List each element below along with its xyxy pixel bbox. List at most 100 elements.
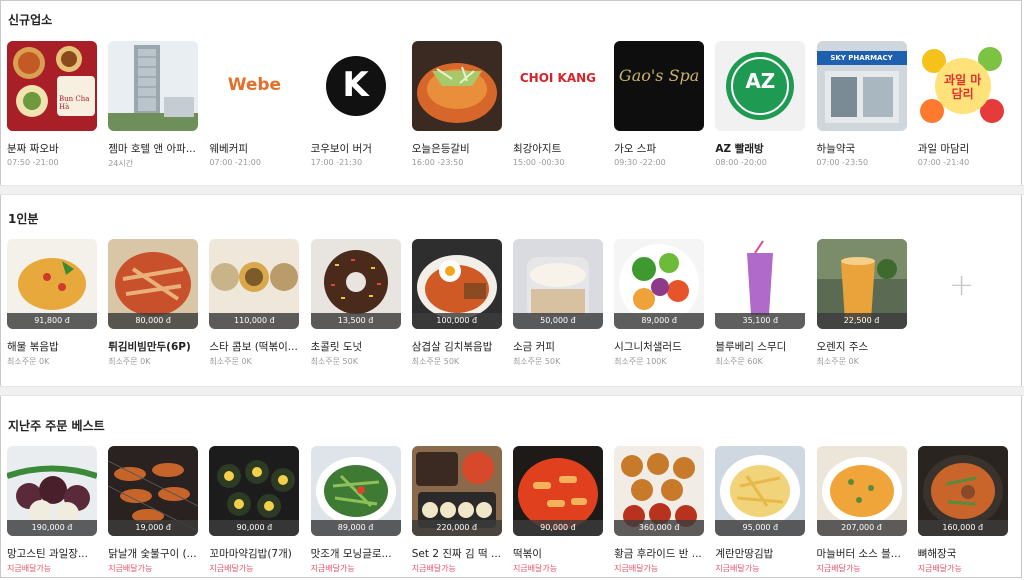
grilled-wings-photo: 19,000 đ <box>108 446 199 536</box>
fried-dumpling-photo: 80,000 đ <box>108 239 199 329</box>
store-hours: 07:50 -21:00 <box>7 158 59 167</box>
delivery-status: 지금배달가능 <box>411 564 456 573</box>
delivery-status: 지금배달가능 <box>614 564 659 573</box>
menu-card[interactable]: 91,800 đ 해물 볶음밥 최소주문 0K <box>7 239 97 367</box>
menu-name: 계란만땅김밥 <box>715 548 774 560</box>
mini-kimbap-photo: 90,000 đ <box>209 446 300 536</box>
kimbap-set-photo: 220,000 đ <box>411 446 502 536</box>
store-name: AZ 빨래방 <box>715 143 764 155</box>
store-card-pharmacy[interactable]: SKY PHARMACY 하늘약국 07:00 -23:50 <box>816 41 907 169</box>
garlic-butter-seafood-photo: 207,000 đ <box>816 446 907 536</box>
min-order: 최소주문 60K <box>715 357 763 366</box>
price-tag: 90,000 đ <box>512 520 603 536</box>
webe-logo-text: Webe <box>227 75 282 95</box>
menu-name: 황금 후라이드 반 ... <box>614 548 702 560</box>
store-card-webe[interactable]: Webe 웨베커피 07:00 -21:00 <box>209 41 300 169</box>
delivery-status: 지금배달가능 <box>512 564 558 573</box>
webe-coffee-logo: Webe <box>209 41 300 131</box>
price-tag: 91,800 đ <box>7 313 97 329</box>
min-order: 최소주문 0K <box>108 357 151 366</box>
menu-name: 맛조개 모닝글로... <box>310 548 392 560</box>
store-card-ribs[interactable]: 오늘은등갈비 16:00 -23:50 <box>411 41 502 169</box>
menu-card[interactable]: 207,000 đ 마늘버터 소스 블... 지금배달가능 <box>816 446 907 574</box>
menu-card[interactable]: 90,000 đ 떡볶이 지금배달가능 <box>512 446 603 574</box>
store-name: 가오 스파 <box>614 143 657 155</box>
clam-morning-glory-photo: 89,000 đ <box>310 446 401 536</box>
menu-card[interactable]: 110,000 đ 스타 콤보 (떡볶이... 최소주문 0K <box>209 239 300 367</box>
menu-card[interactable]: 80,000 đ 튀김비빔만두(6P) 최소주문 0K <box>108 239 199 367</box>
fried-chicken-photo: 360,000 đ <box>614 446 705 536</box>
choi-kang-logo-text: CHOI KANG <box>519 71 597 85</box>
pharmacy-sign-text: SKY PHARMACY <box>830 54 893 62</box>
price-tag: 220,000 đ <box>411 520 502 536</box>
fruit-madamri-logo: 과일 마담리 <box>917 41 1008 131</box>
price-tag: 90,000 đ <box>209 520 300 536</box>
menu-card[interactable]: 160,000 đ 뼈해장국 지금배달가능 <box>917 446 1008 574</box>
section-single-serving: 1인분 91,800 đ 해물 볶음밥 최소주문 0K 80,000 đ 튀김비… <box>0 196 1024 386</box>
menu-name: 닭날개 숯불구이 (... <box>108 548 197 560</box>
menu-card[interactable]: 35,100 đ 블루베리 스무디 최소주문 60K <box>715 239 806 367</box>
menu-name: 오렌지 주스 <box>816 341 869 353</box>
az-laundry-logo: AZ <box>715 41 806 131</box>
delivery-status: 지금배달가능 <box>108 564 153 573</box>
store-hours: 07:00 -21:00 <box>209 158 261 167</box>
plus-icon[interactable]: + <box>949 268 974 303</box>
mangosteen-photo: 190,000 đ <box>7 446 97 536</box>
menu-name: 마늘버터 소스 블... <box>816 548 901 560</box>
new-stores-row: Bun Cha Hà 분짜 짜오바 07:50 -21:00 젬마 호텔 앤 아… <box>7 41 1019 169</box>
egg-kimbap-photo: 95,000 đ <box>715 446 806 536</box>
delivery-status: 지금배달가능 <box>310 564 355 573</box>
store-card-hotel[interactable]: 젬마 호텔 앤 아파... 24시간 <box>108 41 199 169</box>
menu-card[interactable]: 19,000 đ 닭날개 숯불구이 (... 지금배달가능 <box>108 446 199 574</box>
menu-name: 해물 볶음밥 <box>7 341 59 353</box>
menu-card[interactable]: 22,500 đ 오렌지 주스 최소주문 0K <box>816 239 907 367</box>
menu-card[interactable]: 90,000 đ 꼬마마약김밥(7개) 지금배달가능 <box>209 446 300 574</box>
price-tag: 110,000 đ <box>209 313 300 329</box>
menu-name: 스타 콤보 (떡볶이... <box>209 341 298 353</box>
store-card-gaospa[interactable]: Gao's Spa 가오 스파 09:30 -22:00 <box>614 41 705 169</box>
menu-card[interactable]: 360,000 đ 황금 후라이드 반 ... 지금배달가능 <box>614 446 705 574</box>
price-tag: 95,000 đ <box>715 520 806 536</box>
chocolate-donut-photo: 13,500 đ <box>310 239 401 329</box>
min-order: 최소주문 100K <box>614 357 667 366</box>
menu-card[interactable]: 13,500 đ 초콜릿 도넛 최소주문 50K <box>310 239 401 367</box>
store-card-buncha[interactable]: Bun Cha Hà 분짜 짜오바 07:50 -21:00 <box>7 41 97 169</box>
delivery-status: 지금배달가능 <box>917 564 962 573</box>
menu-name: Set 2 진짜 김 떡 ... <box>411 548 502 560</box>
price-tag: 89,000 đ <box>310 520 401 536</box>
menu-card[interactable]: 220,000 đ Set 2 진짜 김 떡 ... 지금배달가능 <box>411 446 502 574</box>
store-name: 과일 마담리 <box>917 143 970 155</box>
store-card-azlaundry[interactable]: AZ AZ 빨래방 08:00 -20:00 <box>715 41 806 169</box>
delivery-status: 지금배달가능 <box>816 564 861 573</box>
tteokbokki-photo: 90,000 đ <box>512 446 603 536</box>
menu-card[interactable]: 89,000 đ 맛조개 모닝글로... 지금배달가능 <box>310 446 401 574</box>
salt-coffee-photo: 50,000 đ <box>512 239 603 329</box>
store-name: 하늘약국 <box>816 143 856 155</box>
single-serving-row: 91,800 đ 해물 볶음밥 최소주문 0K 80,000 đ 튀김비빔만두(… <box>7 239 918 367</box>
delivery-status: 지금배달가능 <box>715 564 760 573</box>
menu-card[interactable]: 50,000 đ 소금 커피 최소주문 50K <box>512 239 603 367</box>
section-divider <box>0 386 1024 396</box>
fruit-logo-text: 과일 마담리 <box>944 73 982 101</box>
delivery-status: 지금배달가능 <box>7 564 52 573</box>
section-divider <box>0 185 1024 195</box>
menu-card[interactable]: 89,000 đ 시그니처샐러드 최소주문 100K <box>614 239 705 367</box>
fried-rice-photo: 91,800 đ <box>7 239 97 329</box>
k-logo-text: K <box>342 65 369 105</box>
store-card-choikang[interactable]: CHOI KANG 최강아지트 15:00 -00:30 <box>512 41 603 169</box>
menu-card[interactable]: 100,000 đ 삼겹살 김치볶음밥 최소주문 50K <box>411 239 502 367</box>
menu-card[interactable]: 190,000 đ 망고스틴 과일장... 지금배달가능 <box>7 446 97 574</box>
price-tag: 160,000 đ <box>917 520 1008 536</box>
store-card-kouboy[interactable]: K 코우보이 버거 17:00 -21:30 <box>310 41 401 169</box>
min-order: 최소주문 0K <box>816 357 859 366</box>
store-card-fruit[interactable]: 과일 마담리 과일 마담리 07:00 -21:40 <box>917 41 1008 169</box>
section-new-stores: 신규업소 Bun Cha Hà 분짜 짜오바 07:50 -21:00 젬마 호… <box>0 0 1024 185</box>
store-hours: 15:00 -00:30 <box>512 158 565 167</box>
menu-card[interactable]: 95,000 đ 계란만땅김밥 지금배달가능 <box>715 446 806 574</box>
store-name: 코우보이 버거 <box>310 143 372 155</box>
store-hours: 07:00 -23:50 <box>816 158 869 167</box>
store-hours: 07:00 -21:40 <box>917 158 970 167</box>
min-order: 최소주문 0K <box>209 357 252 366</box>
store-hours: 09:30 -22:00 <box>614 158 666 167</box>
section-best-last-week: 지난주 주문 베스트 190,000 đ 망고스틴 과일장... 지금배달가능 … <box>0 397 1024 580</box>
